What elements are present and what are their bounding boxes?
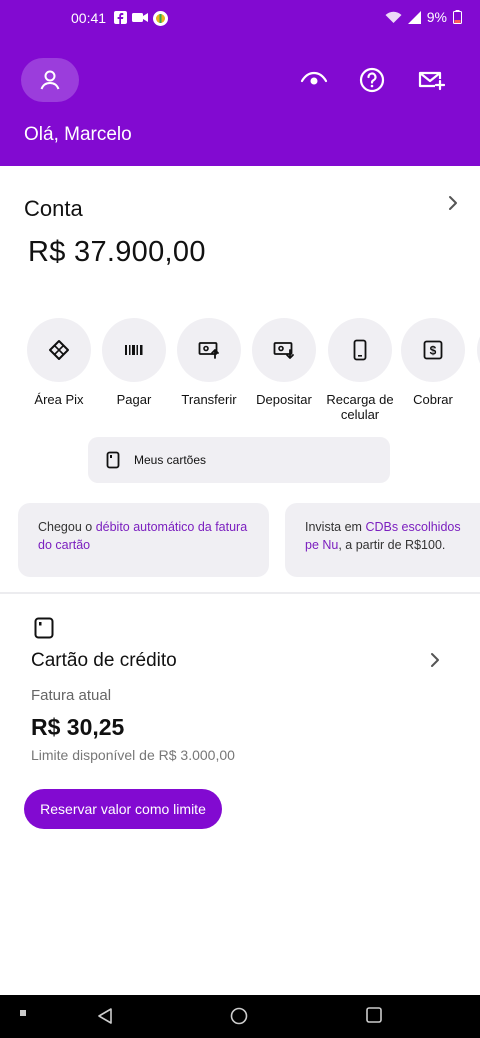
action-label: Cobrar [413, 392, 453, 407]
transfer-icon [198, 342, 219, 359]
available-limit: Limite disponível de R$ 3.000,00 [31, 747, 235, 763]
signal-icon [407, 10, 421, 24]
wifi-icon [385, 11, 402, 23]
promo-card-cdb[interactable]: Invista em CDBs escolhidos pe Nu, a part… [285, 503, 480, 577]
card-icon [106, 451, 120, 469]
app-screen: 00:41 9% Olá, Marcelo Conta R$ 37.900,00… [0, 0, 480, 995]
invite-mail-icon [418, 71, 445, 91]
recents-icon[interactable] [366, 1007, 382, 1023]
barcode-icon [125, 345, 143, 355]
action-deposit[interactable]: Depositar [247, 318, 321, 407]
action-pix-circle[interactable] [27, 318, 91, 382]
credit-card-icon [34, 617, 54, 639]
invoice-value: R$ 30,25 [31, 714, 125, 740]
app-notification-icon [153, 11, 168, 26]
account-title[interactable]: Conta [24, 196, 83, 222]
deposit-icon [273, 342, 294, 359]
chevron-right-icon[interactable] [444, 194, 462, 212]
promo-text: Chegou o [38, 520, 96, 534]
avatar-icon [40, 70, 60, 90]
help-icon [359, 67, 385, 93]
promo-text: , a partir de R$100. [338, 538, 446, 552]
my-cards-label: Meus cartões [134, 453, 207, 467]
eye-icon [300, 71, 328, 85]
video-icon [132, 13, 148, 22]
status-time: 00:41 [71, 10, 107, 26]
action-label: Recarga de celular [326, 392, 394, 422]
account-balance: R$ 37.900,00 [28, 236, 206, 268]
action-charge-circle[interactable]: $ [401, 318, 465, 382]
app-header: 00:41 9% Olá, Marcelo [0, 0, 480, 166]
action-label: Depositar [256, 392, 312, 407]
help-button[interactable] [357, 66, 387, 94]
quick-actions: Área Pix Pagar Transferir Depositar Reca… [22, 318, 480, 428]
promo-card-autodebit[interactable]: Chegou o débito automático da fatura do … [18, 503, 269, 577]
status-bar: 00:41 9% [0, 0, 480, 36]
system-status: 9% [385, 9, 462, 25]
action-phone-recharge[interactable]: Recarga de celular [322, 318, 398, 422]
facebook-icon [114, 11, 127, 24]
home-icon[interactable] [230, 1007, 248, 1025]
my-cards-button[interactable]: Meus cartões [88, 437, 390, 483]
action-pay[interactable]: Pagar [97, 318, 171, 407]
profile-button[interactable] [21, 58, 79, 102]
section-divider [0, 592, 480, 594]
invoice-label: Fatura atual [31, 687, 112, 704]
action-charge[interactable]: $ Cobrar [396, 318, 470, 407]
promo-text: Invista em [305, 520, 366, 534]
action-deposit-circle[interactable] [252, 318, 316, 382]
action-label: Pagar [116, 392, 152, 407]
action-pay-circle[interactable] [102, 318, 166, 382]
back-icon[interactable] [96, 1007, 114, 1025]
android-nav-bar [0, 995, 480, 1038]
action-more-peek[interactable] [472, 318, 480, 382]
menu-dot-icon[interactable] [20, 1010, 26, 1016]
battery-percent: 9% [426, 9, 447, 25]
action-label: Transferir [181, 392, 237, 407]
notification-icons [114, 11, 168, 26]
battery-icon [453, 10, 462, 24]
credit-card-title[interactable]: Cartão de crédito [31, 650, 177, 672]
phone-icon [353, 339, 367, 361]
chevron-right-icon[interactable] [427, 652, 443, 668]
action-transfer[interactable]: Transferir [172, 318, 246, 407]
action-label: Área Pix [34, 392, 84, 407]
charge-icon: $ [423, 340, 443, 360]
invite-friends-button[interactable] [416, 66, 446, 94]
pix-icon [49, 340, 69, 360]
action-pix[interactable]: Área Pix [22, 318, 96, 407]
reserve-limit-button[interactable]: Reservar valor como limite [24, 789, 222, 829]
svg-text:$: $ [430, 344, 437, 358]
action-phone-recharge-circle[interactable] [328, 318, 392, 382]
toggle-visibility-button[interactable] [299, 66, 329, 94]
action-transfer-circle[interactable] [177, 318, 241, 382]
greeting-text: Olá, Marcelo [24, 124, 132, 145]
